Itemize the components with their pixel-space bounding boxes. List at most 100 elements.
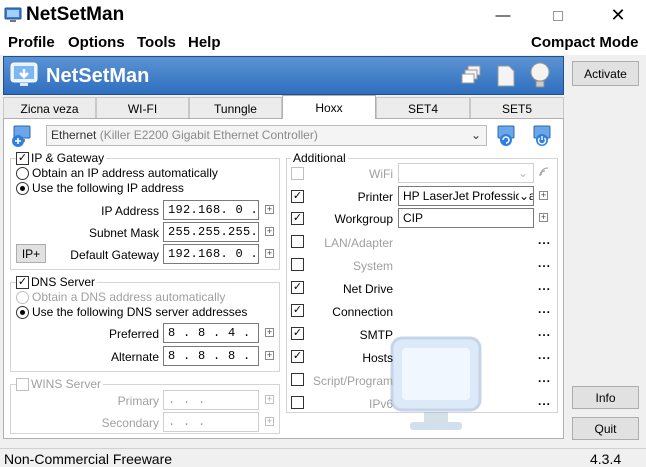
net-drive-checkbox[interactable]: ✓	[291, 281, 304, 294]
ip-auto-radio[interactable]	[16, 167, 29, 180]
dns-checkbox[interactable]: ✓	[16, 276, 29, 289]
hosts-more-button[interactable]: ...	[538, 348, 551, 362]
smtp-more-button[interactable]: ...	[538, 325, 551, 339]
subnet-mask-expand-icon[interactable]: +	[265, 227, 274, 236]
chevron-down-icon: ⌄	[518, 189, 529, 203]
script-program-more-button[interactable]: ...	[538, 371, 551, 385]
lan-adapter-checkbox[interactable]	[291, 235, 304, 248]
connection-checkbox[interactable]: ✓	[291, 304, 304, 317]
ip-plus-button[interactable]: IP+	[16, 244, 46, 263]
tab-zicna-veza[interactable]: Zicna veza	[3, 97, 96, 119]
ipv6-more-button[interactable]: ...	[538, 394, 551, 408]
adapter-select[interactable]: Ethernet (Killer E2200 Gigabit Ethernet …	[46, 125, 487, 146]
printer-label: Printer	[357, 190, 393, 204]
ip-manual-radio[interactable]	[16, 182, 29, 195]
close-button[interactable]: ✕	[595, 0, 641, 31]
ipv6-checkbox[interactable]	[291, 396, 304, 409]
wins-checkbox[interactable]	[16, 378, 29, 391]
network-windows-icon[interactable]	[460, 65, 482, 87]
dns-manual-radio[interactable]	[16, 306, 29, 319]
wifi-select[interactable]: ⌄	[398, 163, 534, 183]
refresh-adapter-icon[interactable]	[494, 124, 518, 148]
adapter-detail: (Killer E2200 Gigabit Ethernet Controlle…	[99, 128, 318, 142]
preferred-dns-input[interactable]: 8 . 8 . 4 . 4	[163, 323, 259, 343]
lan-adapter-more-button[interactable]: ...	[538, 233, 551, 247]
wifi-signal-icon[interactable]	[538, 166, 550, 178]
system-more-button[interactable]: ...	[538, 256, 551, 270]
chevron-down-icon: ⌄	[470, 128, 481, 142]
ip-gateway-checkbox[interactable]: ✓	[16, 152, 29, 165]
banner-title: NetSetMan	[46, 65, 150, 87]
maximize-button[interactable]	[535, 0, 581, 31]
hosts-checkbox[interactable]: ✓	[291, 350, 304, 363]
preferred-dns-expand-icon[interactable]: +	[265, 328, 274, 337]
minimize-button[interactable]: —	[480, 0, 526, 31]
printer-expand-icon[interactable]: +	[539, 191, 548, 200]
chevron-down-icon: ⌄	[517, 166, 528, 180]
connection-more-button[interactable]: ...	[538, 302, 551, 316]
version-label: 4.3.4	[590, 451, 622, 467]
ip-gateway-label: IP & Gateway	[29, 151, 107, 165]
default-gateway-label: Default Gateway	[70, 248, 159, 262]
window-title: NetSetMan	[26, 4, 125, 25]
alternate-dns-expand-icon[interactable]: +	[265, 351, 274, 360]
wins-primary-label: Primary	[117, 394, 159, 408]
wins-primary-expand-icon[interactable]: +	[265, 395, 274, 404]
tab-set5[interactable]: SET5	[470, 97, 564, 119]
menu-options[interactable]: Options	[68, 34, 125, 51]
alternate-dns-input[interactable]: 8 . 8 . 8 . 8	[163, 346, 259, 366]
ip-address-expand-icon[interactable]: +	[265, 205, 274, 214]
maximize-icon	[553, 10, 563, 21]
minimize-icon: —	[495, 7, 511, 24]
quit-button[interactable]: Quit	[572, 417, 639, 440]
wifi-checkbox[interactable]	[291, 167, 304, 180]
printer-value: HP LaserJet Professiona	[403, 189, 534, 203]
workgroup-expand-icon[interactable]: +	[539, 213, 548, 222]
lightbulb-icon[interactable]	[528, 61, 552, 91]
script-program-label: Script/Program	[312, 374, 393, 388]
lan-adapter-label: LAN/Adapter	[324, 236, 393, 250]
dns-auto-radio[interactable]	[16, 291, 29, 304]
ip-address-input[interactable]: 192.168. 0 . 11	[163, 200, 259, 220]
tab-wi-fi[interactable]: WI-FI	[96, 97, 189, 119]
ip-manual-label: Use the following IP address	[32, 181, 184, 195]
dns-manual-label: Use the following DNS server addresses	[32, 305, 248, 319]
compact-mode-toggle[interactable]: Compact Mode	[531, 34, 639, 51]
menu-tools[interactable]: Tools	[137, 34, 176, 51]
wins-secondary-input[interactable]: . . .	[163, 412, 259, 432]
ipv6-label: IPv6	[368, 397, 393, 411]
menu-profile[interactable]: Profile	[8, 34, 55, 51]
wins-primary-input[interactable]: . . .	[163, 390, 259, 410]
adapter-name: Ethernet	[51, 128, 97, 142]
workgroup-checkbox[interactable]: ✓	[291, 212, 304, 225]
smtp-checkbox[interactable]: ✓	[291, 327, 304, 340]
workgroup-label: Workgroup	[334, 212, 393, 226]
tab-set4[interactable]: SET4	[376, 97, 470, 119]
tab-tunngle[interactable]: Tunngle	[189, 97, 282, 119]
tab-hoxx[interactable]: Hoxx	[282, 95, 376, 119]
system-checkbox[interactable]	[291, 258, 304, 271]
smtp-label: SMTP	[359, 328, 393, 342]
activate-button[interactable]: Activate	[572, 61, 639, 86]
ip-auto-label: Obtain an IP address automatically	[32, 166, 218, 180]
app-banner: NetSetMan	[3, 56, 564, 95]
default-gateway-expand-icon[interactable]: +	[265, 249, 274, 258]
printer-select[interactable]: HP LaserJet Professiona ⌄	[398, 186, 534, 206]
add-adapter-icon[interactable]	[10, 124, 34, 148]
document-icon[interactable]	[496, 64, 516, 88]
hosts-label: Hosts	[362, 351, 393, 365]
preferred-dns-label: Preferred	[108, 327, 159, 341]
printer-checkbox[interactable]: ✓	[291, 190, 304, 203]
subnet-mask-input[interactable]: 255.255.255. 0	[163, 222, 259, 242]
netsetman-logo-icon	[10, 62, 38, 86]
info-button[interactable]: Info	[572, 386, 639, 409]
menu-help[interactable]: Help	[188, 34, 221, 51]
workgroup-input[interactable]: CIP	[398, 208, 534, 228]
wins-secondary-expand-icon[interactable]: +	[265, 417, 274, 426]
alternate-dns-label: Alternate	[110, 350, 159, 364]
script-program-checkbox[interactable]	[291, 373, 304, 386]
default-gateway-input[interactable]: 192.168. 0 . 1	[163, 244, 259, 264]
power-adapter-icon[interactable]	[530, 124, 554, 148]
app-icon	[4, 7, 22, 22]
net-drive-more-button[interactable]: ...	[538, 279, 551, 293]
